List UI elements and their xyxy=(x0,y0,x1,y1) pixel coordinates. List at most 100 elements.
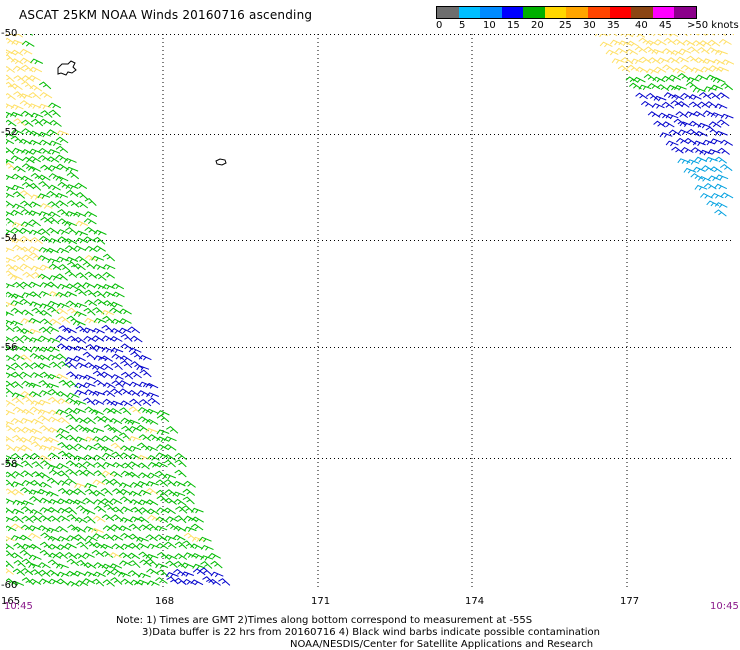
wind-barb xyxy=(48,184,61,191)
wind-barb xyxy=(716,92,730,99)
wind-barb xyxy=(110,374,124,380)
wind-barb xyxy=(716,66,729,73)
wind-barb xyxy=(183,480,196,488)
legend-swatch-6 xyxy=(566,7,589,18)
wind-barb xyxy=(102,525,116,532)
wind-barb xyxy=(82,261,96,269)
wind-barb xyxy=(120,532,133,540)
wind-barb xyxy=(28,155,41,163)
wind-barb xyxy=(673,84,687,91)
wind-barb xyxy=(145,487,159,495)
wind-barb xyxy=(65,468,78,477)
bounty-island xyxy=(215,158,227,166)
wind-barb xyxy=(66,380,79,389)
wind-barb xyxy=(717,147,730,155)
wind-barb xyxy=(6,405,7,407)
wind-barb xyxy=(46,326,60,333)
wind-barb xyxy=(594,34,608,38)
wind-barb xyxy=(93,236,106,245)
wind-barb xyxy=(66,171,80,180)
wind-barb xyxy=(663,34,672,37)
wind-barb xyxy=(56,247,70,254)
wind-barb xyxy=(147,461,161,468)
wind-barb xyxy=(92,370,106,379)
wind-barb xyxy=(139,369,152,378)
wind-barb xyxy=(47,300,61,307)
wind-barb xyxy=(75,230,88,237)
lon-label-177: 177 xyxy=(620,596,640,607)
lat-label-56: -56 xyxy=(1,342,18,353)
wind-barb xyxy=(57,480,71,486)
wind-barb xyxy=(138,524,152,531)
wind-barb xyxy=(39,91,53,99)
wind-barb xyxy=(676,56,689,63)
wind-barb xyxy=(29,428,43,435)
wind-barb xyxy=(58,450,71,459)
wind-barb xyxy=(120,417,134,425)
wind-barb xyxy=(173,560,187,569)
wind-barb xyxy=(11,397,25,405)
wind-barb xyxy=(47,337,61,344)
wind-barb xyxy=(28,382,42,389)
wind-barb xyxy=(210,560,223,569)
wind-barb xyxy=(686,34,699,36)
wind-barb xyxy=(6,311,14,317)
wind-barb xyxy=(101,309,115,316)
wind-barb xyxy=(102,569,116,576)
wind-barb xyxy=(10,274,23,281)
wind-barb xyxy=(127,471,140,479)
legend-label-2: 10 xyxy=(483,20,496,31)
wind-barb xyxy=(679,34,688,37)
wind-barb xyxy=(6,421,14,426)
wind-barb xyxy=(672,67,686,74)
wind-barb xyxy=(20,309,34,317)
wind-barb xyxy=(705,126,719,134)
wind-barb xyxy=(174,459,187,468)
wind-barb xyxy=(646,68,659,75)
wind-barb xyxy=(74,302,88,309)
wind-barb xyxy=(40,318,53,326)
legend-swatch-3 xyxy=(501,7,524,18)
wind-barb xyxy=(136,542,149,549)
wind-barb xyxy=(156,429,170,435)
wind-barb xyxy=(710,112,724,118)
legend-swatch-1 xyxy=(458,7,481,18)
wind-barb xyxy=(64,270,78,278)
wind-barb xyxy=(12,203,26,210)
wind-barb xyxy=(38,569,51,577)
wind-barb xyxy=(218,578,231,586)
wind-barb xyxy=(84,535,98,542)
wind-barb xyxy=(21,181,35,190)
wind-barb xyxy=(686,76,700,83)
wind-barb xyxy=(56,427,70,434)
wind-barb xyxy=(28,317,42,324)
wind-barb xyxy=(82,461,96,468)
wind-barb xyxy=(12,191,26,199)
wind-barb xyxy=(19,263,33,270)
wind-barb xyxy=(6,291,17,299)
legend-label-5: 25 xyxy=(559,20,572,31)
wind-barb xyxy=(163,436,177,442)
wind-barb xyxy=(45,436,59,443)
wind-barb xyxy=(6,395,8,397)
wind-barb xyxy=(155,563,169,569)
wind-barb xyxy=(21,292,35,298)
wind-barb xyxy=(708,121,722,128)
wind-barb xyxy=(6,364,16,371)
wind-barb xyxy=(92,327,105,334)
wind-barb xyxy=(47,388,61,397)
wind-barb xyxy=(718,38,732,45)
wind-barb xyxy=(65,413,78,422)
note-line-2: 3)Data buffer is 22 hrs from 20160716 4)… xyxy=(142,627,600,638)
wind-barb xyxy=(55,200,69,207)
wind-barb xyxy=(694,34,707,36)
wind-barb xyxy=(200,555,214,561)
wind-barb xyxy=(13,254,26,262)
wind-barb xyxy=(10,104,24,110)
wind-barb xyxy=(172,491,186,497)
wind-barb xyxy=(13,91,26,99)
wind-barb xyxy=(75,220,89,227)
wind-barb xyxy=(10,155,24,162)
wind-barb xyxy=(19,549,32,558)
wind-barb xyxy=(155,542,169,550)
